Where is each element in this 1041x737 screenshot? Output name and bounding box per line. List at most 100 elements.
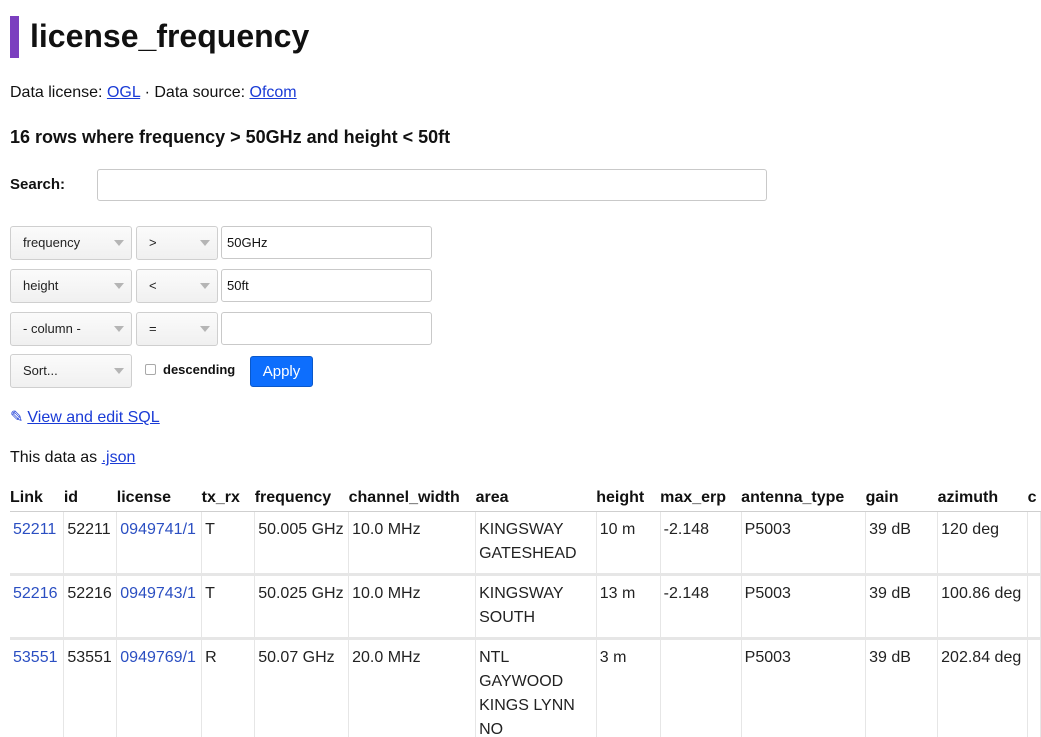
row-link[interactable]: 52211 <box>13 521 56 538</box>
column-header-license[interactable]: license <box>116 486 202 512</box>
row-height: 10 m <box>596 511 661 576</box>
row-max-erp: -2.148 <box>660 574 742 640</box>
filter-column-value: height <box>23 278 59 293</box>
filter-column-value: - column - <box>23 321 81 336</box>
sort-select[interactable]: Sort... <box>10 354 132 388</box>
column-header-azimuth[interactable]: azimuth <box>937 486 1028 512</box>
row-tx-rx: R <box>201 638 256 737</box>
pencil-icon: ✎ <box>10 409 24 426</box>
chevron-down-icon <box>114 240 124 246</box>
chevron-down-icon <box>200 283 210 289</box>
license-line: Data license: OGL · Data source: Ofcom <box>10 82 297 104</box>
source-separator: · Data source: <box>140 84 250 101</box>
row-azimuth: 120 deg <box>937 511 1029 576</box>
row-gain: 39 dB <box>865 511 939 576</box>
chevron-down-icon <box>114 368 124 374</box>
row-tx-rx: T <box>201 511 256 576</box>
view-edit-sql-label: View and edit SQL <box>27 409 160 426</box>
chevron-down-icon <box>114 326 124 332</box>
row-link[interactable]: 52216 <box>13 585 58 602</box>
column-header-frequency[interactable]: frequency <box>254 486 349 512</box>
row-area-line: GAYWOOD <box>479 673 564 690</box>
row-area-line: KINGSWAY <box>479 521 564 538</box>
row-frequency: 50.005 GHz <box>254 511 350 576</box>
search-label: Search: <box>10 176 66 193</box>
column-header-gain[interactable]: gain <box>865 486 938 512</box>
chevron-down-icon <box>200 326 210 332</box>
row-license-link[interactable]: 0949769/1 <box>120 649 196 666</box>
json-prefix: This data as <box>10 449 102 466</box>
row-antenna-type: P5003 <box>741 574 867 640</box>
row-link-cell: 52211 <box>10 511 65 576</box>
row-area-line: KINGSWAY <box>479 585 564 602</box>
source-link[interactable]: Ofcom <box>250 84 297 101</box>
rows-heading: 16 rows where frequency > 50GHz and heig… <box>10 127 451 147</box>
row-id: 53551 <box>63 638 118 737</box>
table-row: 52211 52211 0949741/1 T 50.005 GHz 10.0 … <box>10 511 1041 576</box>
descending-label[interactable]: descending <box>163 362 235 378</box>
column-header-link[interactable]: Link <box>10 486 64 512</box>
filter-value-input[interactable] <box>221 312 432 345</box>
filter-column-select[interactable]: frequency <box>10 226 132 260</box>
filter-value-input[interactable]: 50ft <box>221 269 432 302</box>
filter-operator-select[interactable]: < <box>136 269 218 303</box>
column-header-antenna-type[interactable]: antenna_type <box>741 486 866 512</box>
row-area: KINGSWAY GATESHEAD <box>475 511 597 576</box>
row-height: 13 m <box>596 574 661 640</box>
filter-operator-value: > <box>149 235 157 250</box>
row-max-erp: -2.148 <box>660 511 742 576</box>
row-license-link[interactable]: 0949741/1 <box>120 521 196 538</box>
license-prefix: Data license: <box>10 84 107 101</box>
row-id: 52211 <box>63 511 118 576</box>
row-channel-width: 10.0 MHz <box>348 511 477 576</box>
page-title: license_frequency <box>30 18 310 54</box>
descending-checkbox[interactable] <box>145 364 156 375</box>
row-azimuth: 202.84 deg <box>937 638 1029 737</box>
row-antenna-type: P5003 <box>741 638 867 737</box>
filter-operator-select[interactable]: > <box>136 226 218 260</box>
row-license-link[interactable]: 0949743/1 <box>120 585 196 602</box>
row-gain: 39 dB <box>865 574 939 640</box>
row-channel-width: 20.0 MHz <box>348 638 477 737</box>
row-antenna-type: P5003 <box>741 511 867 576</box>
page: license_frequency Data license: OGL · Da… <box>0 0 1041 737</box>
json-link[interactable]: .json <box>102 449 136 466</box>
table-header-row: Link id license tx_rx frequency channel_… <box>10 486 1041 512</box>
row-height: 3 m <box>596 638 661 737</box>
filter-operator-select[interactable]: = <box>136 312 218 346</box>
apply-button[interactable]: Apply <box>250 356 313 387</box>
search-input[interactable] <box>97 169 767 201</box>
row-channel-width: 10.0 MHz <box>348 574 477 640</box>
row-azimuth: 100.86 deg <box>937 574 1029 640</box>
column-header-max-erp[interactable]: max_erp <box>660 486 742 512</box>
column-header-height[interactable]: height <box>596 486 661 512</box>
row-max-erp <box>660 638 742 737</box>
row-gain: 39 dB <box>865 638 939 737</box>
row-link-cell: 53551 <box>10 638 65 737</box>
column-header-channel-width[interactable]: channel_width <box>348 486 476 512</box>
filter-operator-value: = <box>149 321 157 336</box>
results-table: Link id license tx_rx frequency channel_… <box>10 486 1041 737</box>
view-edit-sql-link[interactable]: ✎ View and edit SQL <box>10 407 160 429</box>
row-area-line: NTL <box>479 649 510 666</box>
row-frequency: 50.07 GHz <box>254 638 350 737</box>
filter-column-select[interactable]: height <box>10 269 132 303</box>
chevron-down-icon <box>114 283 124 289</box>
results-table-wrapper[interactable]: Link id license tx_rx frequency channel_… <box>0 486 1041 737</box>
row-truncated-cell <box>1027 511 1041 576</box>
row-area-line: SOUTH <box>479 609 536 626</box>
filter-column-value: frequency <box>23 235 81 250</box>
title-accent-bar <box>10 16 19 58</box>
column-header-area[interactable]: area <box>475 486 597 512</box>
column-header-tx-rx[interactable]: tx_rx <box>201 486 255 512</box>
column-header-truncated[interactable]: c <box>1027 486 1041 512</box>
column-header-id[interactable]: id <box>63 486 117 512</box>
row-area: KINGSWAY SOUTH <box>475 574 597 640</box>
json-export-line: This data as .json <box>10 447 135 469</box>
license-link[interactable]: OGL <box>107 84 140 101</box>
filter-value-input[interactable]: 50GHz <box>221 226 432 259</box>
row-link[interactable]: 53551 <box>13 649 58 666</box>
row-truncated-cell <box>1027 574 1041 640</box>
filter-column-select[interactable]: - column - <box>10 312 132 346</box>
table-row: 52216 52216 0949743/1 T 50.025 GHz 10.0 … <box>10 574 1041 640</box>
